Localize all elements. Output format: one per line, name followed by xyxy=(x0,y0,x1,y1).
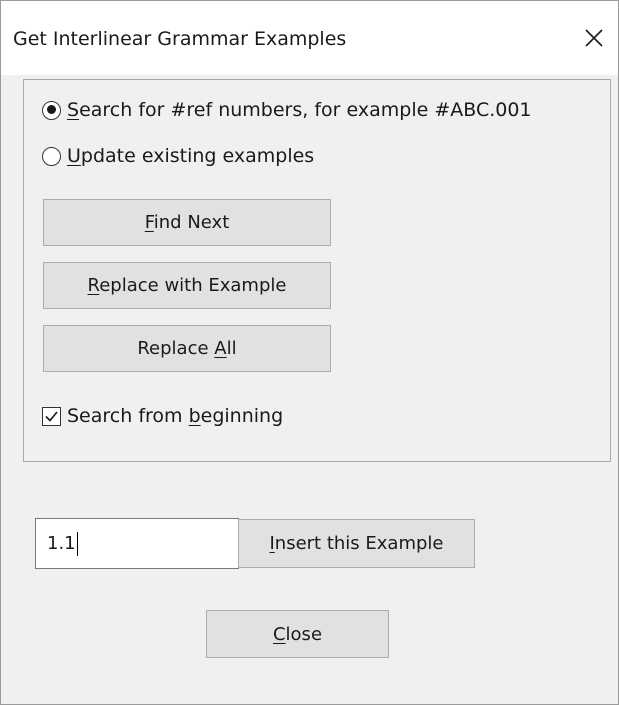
search-options-group: Search for #ref numbers, for example #AB… xyxy=(23,79,611,462)
radio-button[interactable] xyxy=(42,100,61,120)
close-button[interactable]: Close xyxy=(206,610,389,658)
close-icon[interactable] xyxy=(581,25,607,51)
radio-update-existing-label: Update existing examples xyxy=(67,145,315,167)
search-from-beginning-checkbox[interactable]: Search from beginning xyxy=(42,401,283,431)
replace-with-example-button[interactable]: Replace with Example xyxy=(43,262,331,309)
window-title: Get Interlinear Grammar Examples xyxy=(13,28,347,50)
find-next-button[interactable]: Find Next xyxy=(43,199,331,246)
checkbox[interactable] xyxy=(42,406,61,426)
radio-button[interactable] xyxy=(42,146,61,166)
radio-search-refs-label: Search for #ref numbers, for example #AB… xyxy=(67,99,532,121)
radio-selected-dot xyxy=(46,105,56,114)
radio-search-refs[interactable]: Search for #ref numbers, for example #AB… xyxy=(42,95,532,125)
search-from-beginning-label: Search from beginning xyxy=(67,405,284,427)
replace-all-button[interactable]: Replace All xyxy=(43,325,331,372)
text-caret xyxy=(76,531,78,556)
insert-example-button[interactable]: Insert this Example xyxy=(238,519,475,568)
title-bar: Get Interlinear Grammar Examples xyxy=(1,1,618,75)
checkmark-icon xyxy=(45,410,58,422)
example-number-input[interactable]: 1.1 xyxy=(35,518,239,569)
radio-update-existing[interactable]: Update existing examples xyxy=(42,141,314,171)
dialog-window: Get Interlinear Grammar Examples Search … xyxy=(0,0,619,705)
example-number-value: 1.1 xyxy=(47,533,76,554)
